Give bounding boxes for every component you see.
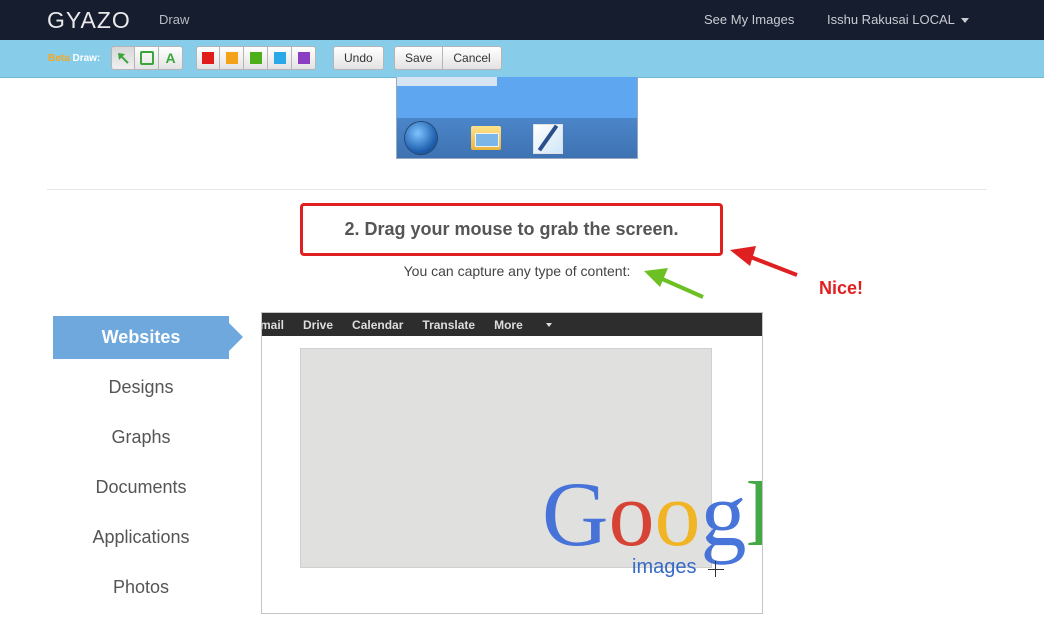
category-documents[interactable]: Documents — [53, 477, 229, 498]
text-tool-icon: A — [165, 50, 176, 66]
windows-taskbar-screenshot — [396, 77, 638, 159]
color-purple-button[interactable] — [292, 46, 316, 70]
google-nav-bar: mail Drive Calendar Translate More — [262, 313, 762, 336]
category-graphs[interactable]: Graphs — [53, 427, 229, 448]
category-designs[interactable]: Designs — [53, 377, 229, 398]
arrow-tool-button[interactable] — [111, 46, 135, 70]
save-cancel-group: Save Cancel — [394, 46, 502, 70]
color-picker-group — [196, 46, 316, 70]
top-navbar: GYAZO Draw See My Images Isshu Rakusai L… — [0, 0, 1044, 40]
taskbar — [397, 118, 637, 158]
section-divider — [47, 189, 987, 190]
beta-tag: Beta — [48, 53, 70, 64]
google-nav-more: More — [494, 318, 571, 332]
gyazo-logo[interactable]: GYAZO — [47, 7, 131, 34]
logo-letter: g — [700, 463, 747, 565]
save-button[interactable]: Save — [394, 46, 444, 70]
draw-tool-group: A — [111, 46, 183, 70]
category-websites[interactable]: Websites — [53, 316, 243, 359]
window-strip — [397, 77, 497, 86]
arrow-icon — [118, 53, 129, 64]
color-swatch — [249, 52, 262, 64]
chevron-down-icon — [545, 323, 552, 328]
step-title-box: 2. Drag your mouse to grab the screen. — [300, 203, 723, 256]
undo-button[interactable]: Undo — [333, 46, 384, 70]
paint-icon — [533, 124, 563, 154]
category-label: Websites — [101, 327, 181, 347]
color-swatch — [225, 52, 238, 64]
google-images-label: images — [632, 556, 697, 578]
category-photos[interactable]: Photos — [53, 577, 229, 598]
category-applications[interactable]: Applications — [53, 527, 229, 548]
rectangle-tool-button[interactable] — [135, 46, 159, 70]
google-nav-calendar: Calendar — [352, 317, 404, 332]
logo-letter: l — [746, 468, 762, 560]
logo-letter: o — [654, 463, 701, 565]
draw-label: Draw: — [72, 53, 101, 64]
google-nav-drive: Drive — [303, 317, 334, 332]
rectangle-icon — [139, 51, 154, 65]
text-tool-button[interactable]: A — [159, 46, 183, 70]
nav-link-see-my-images[interactable]: See My Images — [704, 12, 794, 27]
nice-annotation: Nice! — [819, 278, 864, 298]
nav-link-draw[interactable]: Draw — [159, 12, 189, 27]
folder-icon — [471, 126, 501, 150]
color-red-button[interactable] — [196, 46, 220, 70]
capture-subtitle: You can capture any type of content: — [403, 263, 631, 279]
logo-letter: o — [608, 463, 655, 565]
user-menu[interactable]: Isshu Rakusai LOCAL — [827, 12, 969, 27]
color-swatch — [202, 52, 214, 64]
color-orange-button[interactable] — [220, 46, 244, 70]
google-logo: Googl — [542, 463, 762, 565]
website-sample-screenshot: mail Drive Calendar Translate More Googl… — [261, 312, 763, 614]
color-swatch — [297, 52, 310, 64]
google-nav-more-label: More — [494, 317, 523, 332]
start-button-icon — [405, 122, 437, 154]
logo-letter: G — [542, 463, 609, 565]
chevron-down-icon — [960, 18, 969, 24]
google-nav-mail: mail — [261, 317, 285, 332]
color-green-button[interactable] — [244, 46, 268, 70]
crosshair-cursor-icon — [708, 561, 724, 577]
cancel-button[interactable]: Cancel — [443, 46, 502, 70]
color-swatch — [273, 52, 286, 64]
undo-group: Undo — [333, 46, 384, 70]
draw-toolbar: Beta Draw: A Undo Save Cancel — [0, 40, 1044, 78]
beta-draw-label: Beta Draw: — [48, 53, 100, 64]
step-title: 2. Drag your mouse to grab the screen. — [344, 219, 679, 239]
google-nav-translate: Translate — [422, 317, 476, 332]
user-menu-label: Isshu Rakusai LOCAL — [827, 12, 955, 27]
color-blue-button[interactable] — [268, 46, 292, 70]
